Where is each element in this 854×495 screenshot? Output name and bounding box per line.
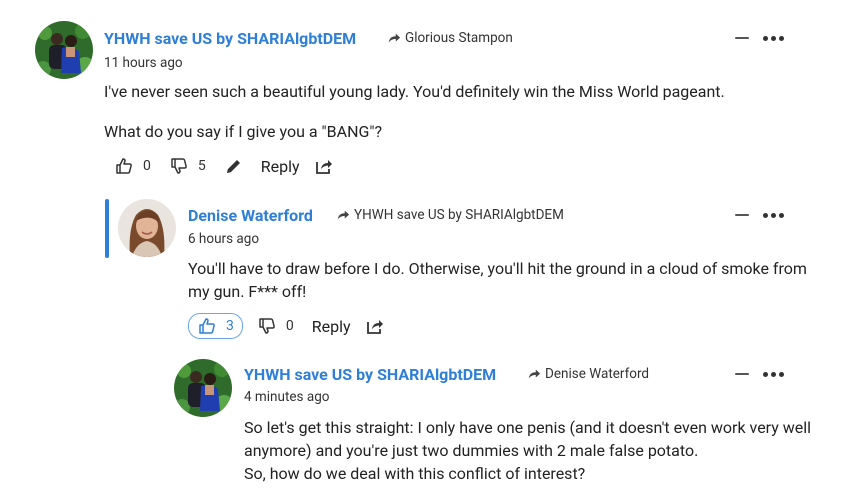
collapse-icon[interactable] — [735, 208, 749, 222]
comment-paragraph: So, how do we deal with this conflict of… — [244, 464, 586, 483]
comment-paragraph: What do you say if I give you a "BANG"? — [104, 122, 383, 141]
comment-2: Denise Waterford YHWH save US by SHARIAl… — [0, 190, 854, 350]
comment-top-actions — [735, 31, 784, 45]
more-options-icon[interactable] — [763, 35, 784, 41]
reply-button[interactable]: Reply — [261, 157, 300, 176]
comment-3: YHWH save US by SHARIAlgbtDEM Denise Wat… — [0, 350, 854, 495]
reply-arrow-icon — [528, 369, 541, 379]
comment-timestamp[interactable]: 11 hours ago — [104, 55, 183, 71]
comment-actions: 0 5 Reply — [114, 153, 334, 179]
comment-paragraph: I've never seen such a beautiful young l… — [104, 82, 725, 101]
more-options-icon[interactable] — [763, 371, 784, 377]
comment-body: You'll have to draw before I do. Otherwi… — [188, 257, 818, 303]
dislike-button[interactable]: 5 — [169, 156, 206, 176]
reply-to-name: YHWH save US by SHARIAlgbtDEM — [354, 207, 564, 223]
dislike-count: 5 — [197, 158, 206, 174]
share-icon — [366, 320, 383, 334]
collapse-icon[interactable] — [735, 31, 749, 45]
comment-author[interactable]: Denise Waterford — [188, 206, 313, 225]
comment-top-actions — [735, 208, 784, 222]
reply-button[interactable]: Reply — [312, 317, 351, 336]
avatar[interactable] — [35, 21, 93, 79]
share-icon — [315, 160, 332, 174]
avatar[interactable] — [174, 359, 232, 417]
avatar[interactable] — [118, 199, 176, 257]
edit-button[interactable] — [224, 156, 244, 176]
thumbs-up-icon — [199, 318, 215, 334]
reply-arrow-icon — [337, 210, 350, 220]
dislike-count: 0 — [285, 318, 294, 334]
share-button[interactable] — [365, 316, 385, 336]
reply-to-link[interactable]: Glorious Stampon — [387, 30, 513, 46]
thumbs-up-icon — [116, 158, 132, 174]
like-button[interactable]: 0 — [114, 156, 151, 176]
like-count: 3 — [226, 318, 234, 334]
reply-arrow-icon — [388, 33, 401, 43]
pencil-icon — [226, 160, 240, 173]
reply-to-link[interactable]: YHWH save US by SHARIAlgbtDEM — [336, 207, 564, 223]
reply-to-name: Denise Waterford — [545, 366, 650, 382]
comment-body: I've never seen such a beautiful young l… — [104, 80, 824, 143]
thumbs-down-icon — [171, 158, 187, 174]
comment-author[interactable]: YHWH save US by SHARIAlgbtDEM — [104, 29, 356, 48]
like-button[interactable]: 3 — [188, 313, 243, 339]
reply-to-link[interactable]: Denise Waterford — [527, 366, 649, 382]
comment-paragraph: So let's get this straight: I only have … — [244, 418, 812, 460]
reply-to-name: Glorious Stampon — [405, 30, 513, 46]
like-count: 0 — [143, 158, 151, 174]
dislike-button[interactable]: 0 — [257, 316, 294, 336]
thumbs-down-icon — [259, 318, 275, 334]
share-button[interactable] — [314, 156, 334, 176]
comment-top-actions — [735, 367, 784, 381]
comment-timestamp[interactable]: 6 hours ago — [188, 231, 259, 247]
comment-body: So let's get this straight: I only have … — [244, 416, 824, 485]
collapse-icon[interactable] — [735, 367, 749, 381]
comment-timestamp[interactable]: 4 minutes ago — [244, 389, 329, 405]
comment-paragraph: You'll have to draw before I do. Otherwi… — [188, 259, 807, 301]
comment-1: YHWH save US by SHARIAlgbtDEM Glorious S… — [0, 0, 854, 190]
more-options-icon[interactable] — [763, 212, 784, 218]
comment-actions: 3 0 Reply — [188, 313, 385, 339]
comment-author[interactable]: YHWH save US by SHARIAlgbtDEM — [244, 365, 496, 384]
